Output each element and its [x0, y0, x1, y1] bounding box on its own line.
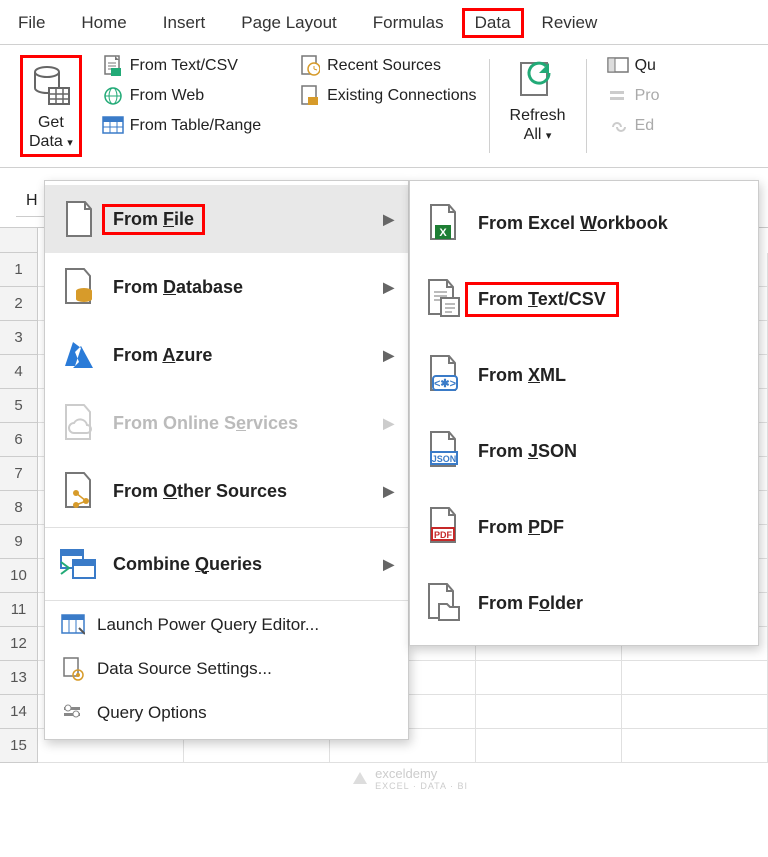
submenu-excel-workbook[interactable]: X From Excel Workbook	[410, 185, 758, 261]
row-header[interactable]: 6	[0, 423, 38, 457]
folder-file-icon	[424, 583, 464, 623]
tab-insert[interactable]: Insert	[145, 9, 224, 37]
edit-links-icon	[607, 115, 629, 137]
globe-icon	[102, 85, 124, 107]
submenu-folder[interactable]: From Folder	[410, 565, 758, 641]
recent-sources-button[interactable]: Recent Sources	[299, 55, 476, 77]
get-data-label-2: Data ▾	[29, 132, 73, 151]
cell[interactable]	[476, 695, 622, 729]
menu-from-database[interactable]: From Database ▶	[45, 253, 408, 321]
table-icon	[102, 115, 124, 137]
get-data-label-1: Get	[38, 113, 64, 132]
tab-page-layout[interactable]: Page Layout	[223, 9, 354, 37]
chevron-right-icon: ▶	[383, 556, 394, 573]
excel-file-icon: X	[424, 203, 464, 243]
json-file-icon: JSON	[424, 431, 464, 471]
submenu-pdf[interactable]: PDF From PDF	[410, 489, 758, 565]
data-source-settings-icon	[59, 657, 87, 681]
tab-formulas[interactable]: Formulas	[355, 9, 462, 37]
cell[interactable]	[622, 695, 768, 729]
chevron-right-icon: ▶	[383, 279, 394, 296]
submenu-json[interactable]: JSON From JSON	[410, 413, 758, 489]
menu-from-other-sources[interactable]: From Other Sources ▶	[45, 457, 408, 525]
pdf-file-icon: PDF	[424, 507, 464, 547]
menu-combine-queries[interactable]: Combine Queries ▶	[45, 530, 408, 598]
submenu-xml[interactable]: <✱> From XML	[410, 337, 758, 413]
cell[interactable]	[476, 729, 622, 763]
power-query-icon	[59, 613, 87, 637]
get-data-menu: From File ▶ From Database ▶ From Azure ▶…	[44, 180, 409, 740]
tab-file[interactable]: File	[0, 9, 63, 37]
from-web-button[interactable]: From Web	[102, 85, 261, 107]
refresh-all-button[interactable]: Refresh All ▾	[502, 55, 574, 147]
refresh-icon	[517, 59, 559, 106]
row-header[interactable]: 1	[0, 253, 38, 287]
row-header[interactable]: 12	[0, 627, 38, 661]
row-header[interactable]: 7	[0, 457, 38, 491]
row-header[interactable]: 13	[0, 661, 38, 695]
clock-file-icon	[299, 55, 321, 77]
tab-home[interactable]: Home	[63, 9, 144, 37]
menu-query-options[interactable]: Query Options	[45, 691, 408, 735]
azure-icon	[59, 335, 99, 375]
combine-queries-icon	[59, 544, 99, 584]
cell[interactable]	[622, 661, 768, 695]
row-header[interactable]: 10	[0, 559, 38, 593]
from-text-csv-button[interactable]: From Text/CSV	[102, 55, 261, 77]
database-icon	[31, 64, 71, 113]
text-file-icon	[102, 55, 124, 77]
svg-text:JSON: JSON	[432, 454, 457, 464]
svg-text:<✱>: <✱>	[434, 378, 456, 390]
xml-file-icon: <✱>	[424, 355, 464, 395]
submenu-text-csv[interactable]: From Text/CSV	[410, 261, 758, 337]
menu-from-file[interactable]: From File ▶	[45, 185, 408, 253]
chevron-right-icon: ▶	[383, 347, 394, 364]
row-header[interactable]: 15	[0, 729, 38, 763]
text-csv-file-icon	[424, 279, 464, 319]
tab-data[interactable]: Data	[462, 8, 524, 38]
cloud-file-icon	[59, 403, 99, 443]
queries-button[interactable]: Qu	[607, 55, 660, 77]
connection-file-icon	[299, 85, 321, 107]
name-box[interactable]: H	[16, 186, 48, 217]
from-file-submenu: X From Excel Workbook From Text/CSV <✱> …	[409, 180, 759, 646]
svg-text:X: X	[439, 227, 447, 239]
svg-text:PDF: PDF	[434, 530, 453, 540]
properties-icon	[607, 85, 629, 107]
row-header[interactable]: 11	[0, 593, 38, 627]
chevron-right-icon: ▶	[383, 211, 394, 228]
cell[interactable]	[622, 729, 768, 763]
watermark: exceldemy EXCEL · DATA · BI	[351, 766, 468, 791]
menu-data-source-settings[interactable]: Data Source Settings...	[45, 647, 408, 691]
query-options-icon	[59, 701, 87, 725]
ribbon-data: Get Data ▾ From Text/CSV From Web	[0, 45, 768, 168]
existing-connections-button[interactable]: Existing Connections	[299, 85, 476, 107]
row-header[interactable]: 14	[0, 695, 38, 729]
from-table-range-button[interactable]: From Table/Range	[102, 115, 261, 137]
chevron-right-icon: ▶	[383, 415, 394, 432]
chevron-right-icon: ▶	[383, 483, 394, 500]
other-sources-icon	[59, 471, 99, 511]
row-header[interactable]: 3	[0, 321, 38, 355]
cell[interactable]	[476, 661, 622, 695]
database-file-icon	[59, 267, 99, 307]
menu-from-azure[interactable]: From Azure ▶	[45, 321, 408, 389]
menu-launch-power-query[interactable]: Launch Power Query Editor...	[45, 603, 408, 647]
file-icon	[59, 199, 99, 239]
row-header[interactable]: 5	[0, 389, 38, 423]
row-header[interactable]: 2	[0, 287, 38, 321]
get-data-button[interactable]: Get Data ▾	[20, 55, 82, 157]
menu-from-online-services: From Online Services ▶	[45, 389, 408, 457]
edit-links-button[interactable]: Ed	[607, 115, 660, 137]
properties-button[interactable]: Pro	[607, 85, 660, 107]
row-header[interactable]: 9	[0, 525, 38, 559]
queries-icon	[607, 55, 629, 77]
row-header[interactable]: 4	[0, 355, 38, 389]
menu-tabs: File Home Insert Page Layout Formulas Da…	[0, 0, 768, 45]
row-header[interactable]: 8	[0, 491, 38, 525]
tab-review[interactable]: Review	[524, 9, 616, 37]
